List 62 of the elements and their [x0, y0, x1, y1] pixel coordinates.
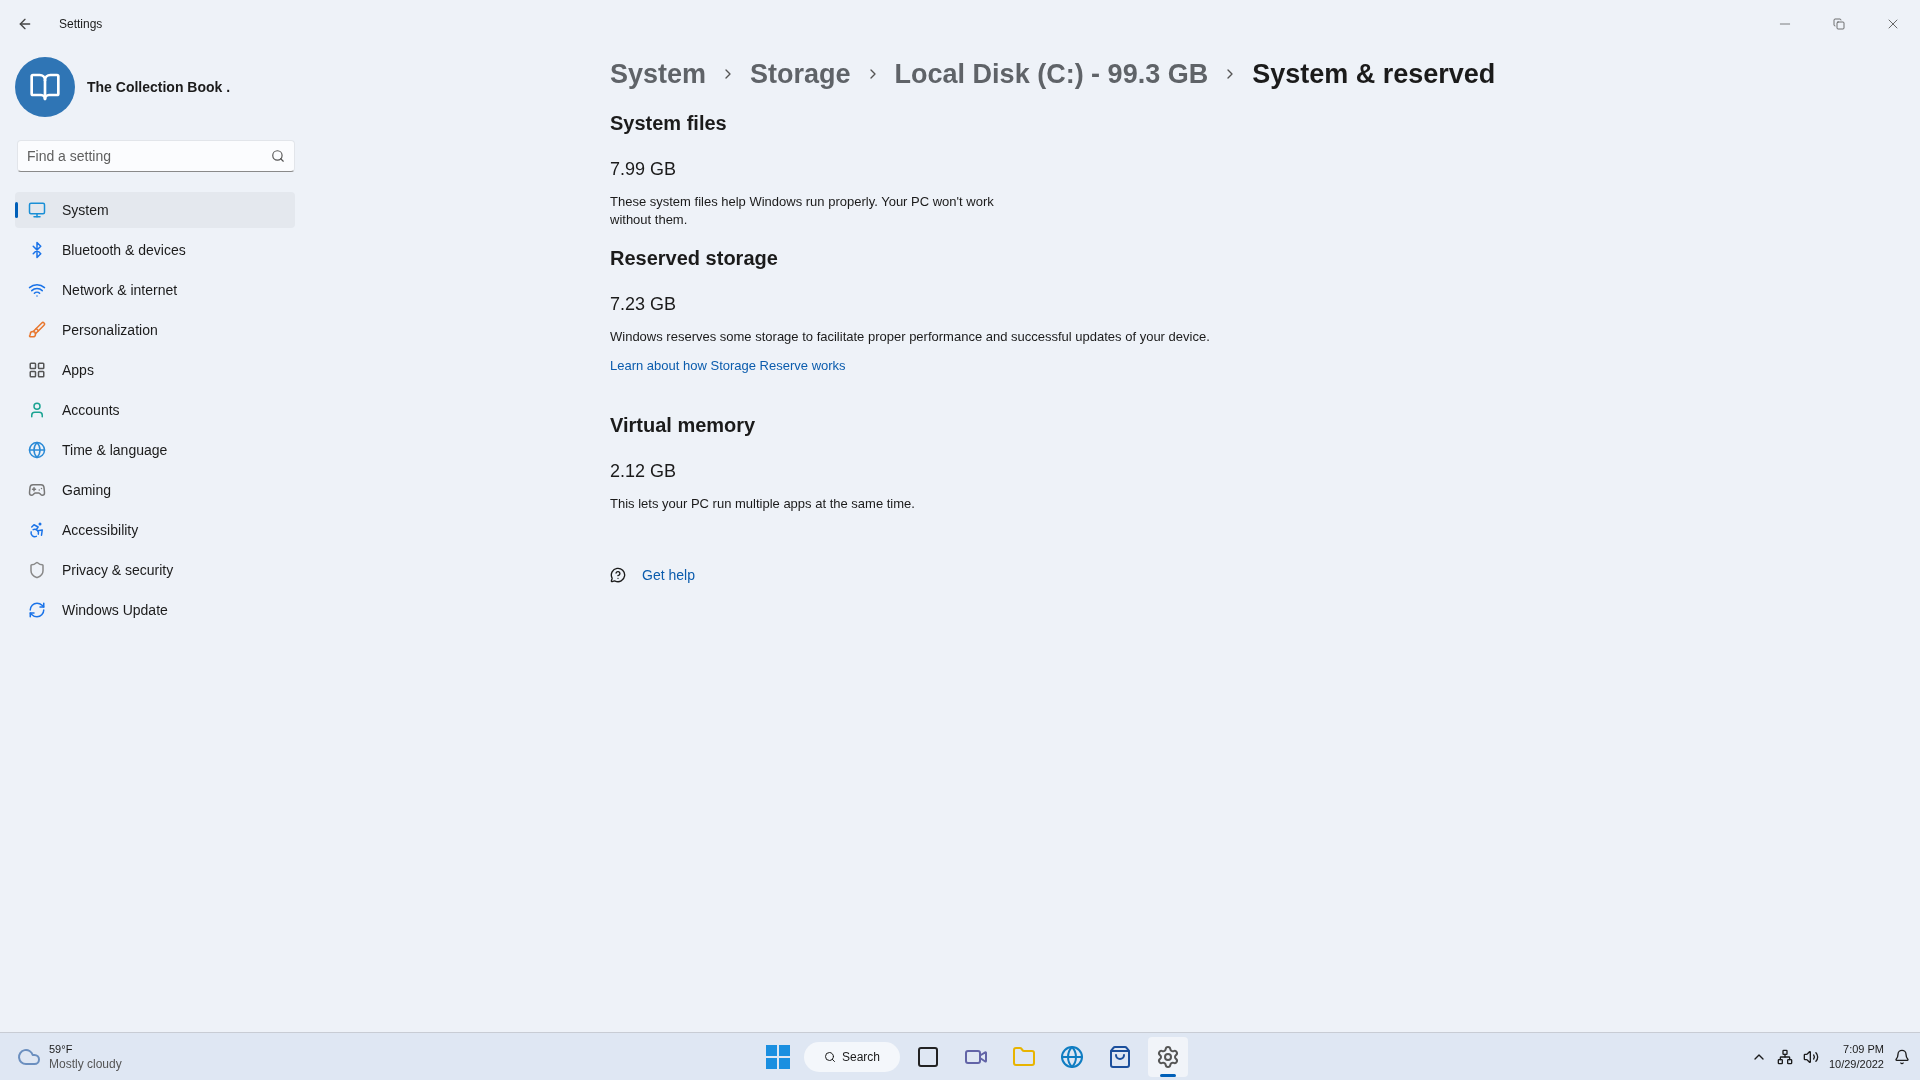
sidebar-item[interactable]: Gaming [15, 472, 295, 508]
size-value: 2.12 GB [610, 459, 678, 483]
notification-icon[interactable] [1894, 1048, 1910, 1065]
sidebar-item[interactable]: Privacy & security [15, 552, 295, 588]
store-icon [1108, 1045, 1132, 1069]
get-help-link[interactable]: Get help [642, 564, 695, 586]
size-value: 7.99 GB [610, 158, 678, 181]
volume-icon[interactable] [1802, 1048, 1819, 1065]
size-value: 7.23 GB [610, 293, 678, 316]
clock-date[interactable]: 10/29/2022 [1828, 1056, 1884, 1072]
apps-grid-icon [28, 361, 46, 379]
sidebar-item[interactable]: Personalization [15, 312, 295, 348]
brush-icon [28, 321, 46, 339]
search-icon [824, 1049, 836, 1065]
breadcrumb-item[interactable]: System [610, 53, 707, 95]
browser-icon [1060, 1045, 1084, 1069]
search-icon[interactable] [271, 149, 285, 163]
sidebar-item[interactable]: Accounts [15, 392, 295, 428]
temperature: 59°F [49, 1041, 74, 1057]
search-field[interactable]: Find a setting [17, 140, 295, 172]
weather-condition: Mostly cloudy [49, 1056, 122, 1072]
breadcrumb-item: System & reserved [1252, 57, 1496, 91]
section-description: Windows reserves some storage to facilitate proper performance and successful updates of your device. [610, 328, 1211, 346]
folder-icon [1012, 1045, 1036, 1069]
wifi-icon [28, 281, 46, 299]
section-heading: Reserved storage [610, 246, 779, 271]
window-title: Settings [59, 16, 103, 33]
breadcrumb-item[interactable]: Storage [750, 53, 851, 95]
gamepad-icon [28, 481, 46, 499]
avatar-book-icon [15, 57, 75, 117]
help-icon [610, 567, 626, 583]
accessibility-icon [28, 521, 46, 539]
sidebar-item[interactable]: Accessibility [15, 512, 295, 548]
globe-icon [28, 441, 46, 459]
learn-more-link[interactable]: Learn about how Storage Reserve works [610, 356, 846, 376]
sidebar-item[interactable]: Apps [15, 352, 295, 388]
profile-name: The Collection Book . [87, 77, 231, 97]
sidebar-item[interactable]: Bluetooth & devices [15, 232, 295, 268]
sidebar-item[interactable]: System [15, 192, 295, 228]
section-description: This lets your PC run multiple apps at the same time. [610, 494, 916, 513]
monitor-icon [28, 201, 46, 219]
taskbar-search-button[interactable]: Search [804, 1042, 900, 1072]
section-heading: System files [610, 111, 728, 136]
sidebar-item[interactable]: Windows Update [15, 592, 295, 628]
selection-indicator [15, 202, 18, 218]
taskbar-app[interactable] [1148, 1037, 1188, 1077]
network-icon[interactable] [1776, 1048, 1793, 1065]
clock-time[interactable]: 7:09 PM [1843, 1041, 1884, 1057]
task-view-icon [916, 1045, 940, 1069]
back-icon[interactable] [17, 16, 33, 32]
restore-icon[interactable] [1833, 18, 1845, 30]
refresh-icon [28, 601, 46, 619]
active-indicator [1160, 1074, 1176, 1077]
sidebar-item[interactable]: Network & internet [15, 272, 295, 308]
sidebar-item[interactable]: Time & language [15, 432, 295, 468]
shield-icon [28, 561, 46, 579]
start-icon[interactable] [766, 1045, 790, 1069]
settings-icon [1156, 1045, 1180, 1069]
section-description: These system files help Windows run properly. Your PC won't work without them. [610, 193, 995, 229]
breadcrumb-item[interactable]: Local Disk (C:) - 99.3 GB [894, 53, 1209, 95]
person-icon [28, 401, 46, 419]
section-heading: Virtual memory [610, 412, 757, 438]
